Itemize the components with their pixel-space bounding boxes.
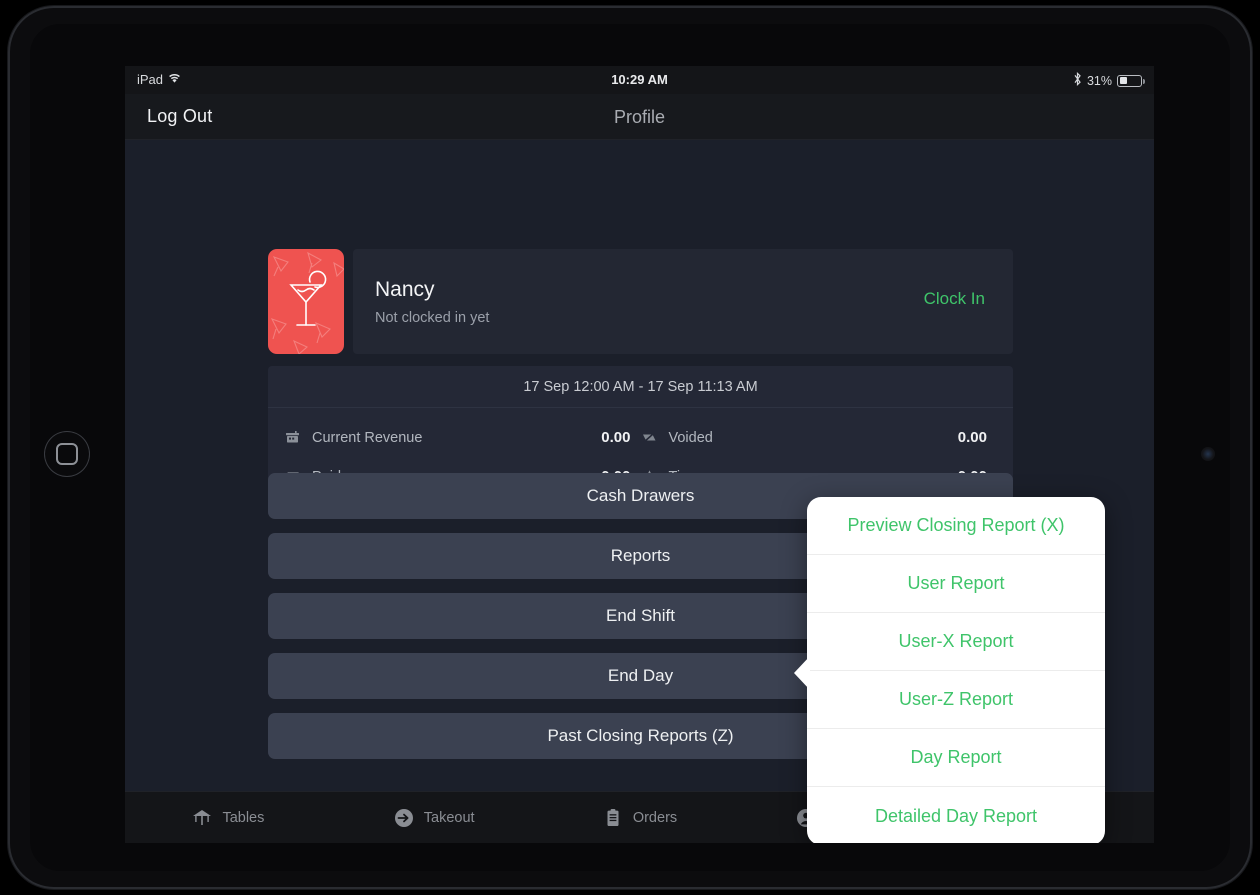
tab-label: Takeout xyxy=(423,809,475,826)
stat-label: Voided xyxy=(668,429,713,446)
stat-value: 0.00 xyxy=(957,429,987,446)
main-content: Nancy Not clocked in yet Clock In 17 Sep… xyxy=(125,140,1154,843)
clock-in-button[interactable]: Clock In xyxy=(924,289,985,309)
home-button[interactable] xyxy=(44,431,90,477)
table-icon xyxy=(191,807,213,829)
profile-card: Nancy Not clocked in yet Clock In xyxy=(268,249,1013,354)
nav-bar: Log Out Profile xyxy=(125,94,1154,140)
page-title: Profile xyxy=(613,107,666,127)
popover-arrow xyxy=(794,656,810,690)
menu-item-user-report[interactable]: User Report xyxy=(807,555,1105,613)
menu-item-user-x-report[interactable]: User-X Report xyxy=(807,613,1105,671)
battery-fill xyxy=(1119,77,1127,84)
void-icon xyxy=(641,429,658,446)
battery-icon xyxy=(1117,74,1145,87)
takeout-arrow-icon xyxy=(393,807,415,829)
profile-clock-status: Not clocked in yet xyxy=(375,310,490,326)
avatar[interactable] xyxy=(268,249,344,354)
cocktail-glass-icon xyxy=(270,251,344,354)
profile-name: Nancy xyxy=(375,278,435,301)
tab-orders[interactable]: Orders xyxy=(537,807,743,829)
stats-card: 17 Sep 12:00 AM - 17 Sep 11:13 AM Curren… xyxy=(268,366,1013,488)
stats-date-range: 17 Sep 12:00 AM - 17 Sep 11:13 AM xyxy=(268,366,1013,408)
stat-value: 0.00 xyxy=(601,429,631,446)
menu-item-detailed-day-report[interactable]: Detailed Day Report xyxy=(807,787,1105,843)
stat-label: Current Revenue xyxy=(312,429,423,446)
tab-label: Tables xyxy=(222,809,265,826)
tab-tables[interactable]: Tables xyxy=(125,807,331,829)
register-icon xyxy=(284,429,301,446)
front-camera-icon xyxy=(1201,447,1215,461)
tab-takeout[interactable]: Takeout xyxy=(331,807,537,829)
menu-item-preview-closing-report[interactable]: Preview Closing Report (X) xyxy=(807,497,1105,555)
home-button-square-icon xyxy=(56,443,78,465)
status-bar-right: 31% xyxy=(1073,71,1145,89)
clipboard-icon xyxy=(602,807,624,829)
tab-label: Orders xyxy=(632,809,678,826)
bluetooth-icon xyxy=(1073,71,1082,89)
status-bar: iPad 10:29 AM 31% xyxy=(125,66,1154,94)
stat-row-current-revenue: Current Revenue 0.00 xyxy=(284,418,641,457)
stat-row-voided: Voided 0.00 xyxy=(641,418,998,457)
device-screen: iPad 10:29 AM 31% Log Out Profile Nancy … xyxy=(125,66,1154,843)
device-frame: iPad 10:29 AM 31% Log Out Profile Nancy … xyxy=(8,6,1252,889)
profile-info: Nancy Not clocked in yet Clock In xyxy=(353,249,1013,354)
reports-popover-menu: Preview Closing Report (X) User Report U… xyxy=(807,497,1105,843)
menu-item-day-report[interactable]: Day Report xyxy=(807,729,1105,787)
status-bar-clock: 10:29 AM xyxy=(611,72,668,87)
menu-item-user-z-report[interactable]: User-Z Report xyxy=(807,671,1105,729)
battery-percent-label: 31% xyxy=(1086,73,1112,88)
